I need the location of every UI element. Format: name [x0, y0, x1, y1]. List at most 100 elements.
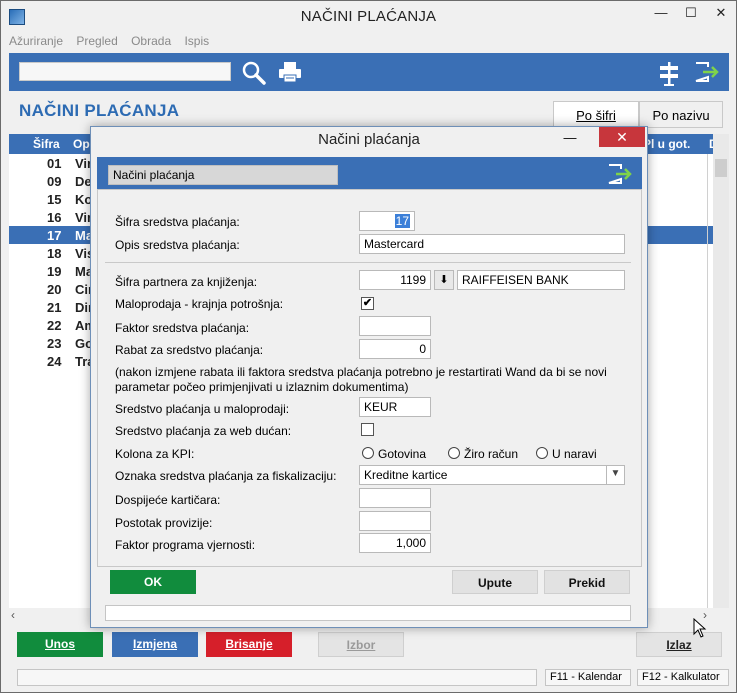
payment-method-dialog: Načini plaćanja — ✕ Načini plaćanja Šifr…	[90, 126, 648, 628]
row-code: 19	[47, 264, 62, 279]
code-value: 17	[394, 214, 410, 228]
title-bar: NAČINI PLAĆANJA — ☐ ✕	[1, 1, 736, 33]
delete-button[interactable]: Brisanje	[206, 632, 292, 657]
window-title: NAČINI PLAĆANJA	[300, 8, 437, 25]
partner-label: Šifra partnera za knjiženja:	[115, 275, 258, 289]
dialog-exit-icon[interactable]	[607, 163, 633, 185]
partner-lookup-icon[interactable]: ⬇	[434, 270, 454, 290]
partner-name-field: RAIFFEISEN BANK	[457, 270, 625, 290]
close-button[interactable]: ✕	[706, 2, 736, 24]
delete-button-label: Brisanje	[225, 637, 273, 651]
add-button[interactable]: Unos	[17, 632, 103, 657]
dialog-close-button[interactable]: ✕	[599, 127, 645, 147]
restart-note: (nakon izmjene rabata ili faktora sredst…	[115, 365, 607, 394]
toolbar	[9, 53, 729, 91]
row-code: 17	[47, 228, 62, 243]
web-shop-checkbox[interactable]	[361, 423, 374, 436]
retail-code-field[interactable]: KEUR	[359, 397, 431, 417]
calculator-shortcut[interactable]: F12 - Kalkulator	[637, 669, 729, 686]
divider	[105, 262, 631, 263]
commission-label: Postotak provizije:	[115, 516, 213, 530]
column-header-code[interactable]: Šifra	[33, 137, 60, 151]
tab-sort-by-code-label: Po šifri	[576, 108, 616, 123]
web-shop-label: Sredstvo plaćanja za web dućan:	[115, 424, 292, 438]
retail-code-label: Sredstvo plaćanja u maloprodaji:	[115, 402, 290, 416]
maximize-button[interactable]: ☐	[676, 2, 706, 24]
kpi-cash-radio[interactable]	[362, 447, 374, 459]
dialog-status-bar	[105, 605, 631, 621]
edit-button-label: Izmjena	[132, 637, 177, 651]
loyalty-field[interactable]: 1,000	[359, 533, 431, 553]
row-code: 24	[47, 354, 62, 369]
menu-bar: Ažuriranje Pregled Obrada Ispis	[9, 34, 219, 52]
mouse-cursor-icon	[693, 618, 707, 638]
discount-field[interactable]: 0	[359, 339, 431, 359]
dialog-minimize-button[interactable]: —	[555, 129, 585, 149]
cancel-button[interactable]: Prekid	[544, 570, 630, 594]
row-code: 09	[47, 174, 62, 189]
due-label: Dospijeće kartičara:	[115, 493, 221, 507]
kpi-label: Kolona za KPI:	[115, 447, 195, 461]
row-code: 21	[47, 300, 62, 315]
help-button[interactable]: Upute	[452, 570, 538, 594]
due-field[interactable]	[359, 488, 431, 508]
tab-sort-by-code[interactable]: Po šifri	[553, 101, 639, 128]
retail-label: Maloprodaja - krajnja potrošnja:	[115, 297, 284, 311]
select-button-label: Izbor	[346, 638, 376, 652]
menu-obrada[interactable]: Obrada	[131, 34, 171, 48]
column-header-cash[interactable]: Pl u got.	[643, 137, 690, 151]
description-field[interactable]: Mastercard	[359, 234, 625, 254]
factor-field[interactable]	[359, 316, 431, 336]
vertical-scrollbar[interactable]	[713, 134, 729, 608]
exit-button-label: Izlaz	[666, 638, 692, 652]
row-code: 16	[47, 210, 62, 225]
row-code: 18	[47, 246, 62, 261]
loyalty-label: Faktor programa vjernosti:	[115, 538, 256, 552]
row-code: 23	[47, 336, 62, 351]
commission-field[interactable]	[359, 511, 431, 531]
row-code: 01	[47, 156, 62, 171]
select-button[interactable]: Izbor	[318, 632, 404, 657]
calendar-shortcut[interactable]: F11 - Kalendar	[545, 669, 631, 686]
factor-label: Faktor sredstva plaćanja:	[115, 321, 250, 335]
retail-checkbox[interactable]: ✔	[361, 297, 374, 310]
tab-sort-by-name[interactable]: Po nazivu	[639, 101, 723, 128]
exit-icon[interactable]	[694, 61, 720, 83]
minimize-button[interactable]: —	[646, 2, 676, 24]
page-title: NAČINI PLAĆANJA	[19, 101, 180, 120]
column-divider	[707, 154, 708, 608]
fiscal-select-value: Kreditne kartice	[364, 468, 448, 482]
kpi-cash-label: Gotovina	[378, 447, 427, 461]
print-icon[interactable]	[278, 61, 302, 83]
status-bar: F11 - Kalendar F12 - Kalkulator	[9, 667, 729, 687]
exit-button[interactable]: Izlaz	[636, 632, 722, 657]
partner-code-field[interactable]: 1199	[359, 270, 431, 290]
status-message	[17, 669, 537, 686]
scrollbar-thumb[interactable]	[715, 159, 727, 177]
signpost-icon[interactable]	[657, 60, 681, 86]
row-code: 22	[47, 318, 62, 333]
menu-pregled[interactable]: Pregled	[76, 34, 117, 48]
kpi-in-kind-radio[interactable]	[536, 447, 548, 459]
row-code: 20	[47, 282, 62, 297]
kpi-transfer-label: Žiro račun	[464, 447, 519, 461]
scroll-left-icon[interactable]: ‹	[11, 608, 15, 622]
search-icon[interactable]	[241, 60, 267, 86]
chevron-down-icon[interactable]: ▼	[606, 466, 624, 484]
menu-ispis[interactable]: Ispis	[184, 34, 209, 48]
kpi-in-kind-label: U naravi	[552, 447, 597, 461]
search-input[interactable]	[19, 62, 231, 81]
ok-button[interactable]: OK	[110, 570, 196, 594]
fiscal-label: Oznaka sredstva plaćanja za fiskalizacij…	[115, 469, 337, 483]
menu-azuriranje[interactable]: Ažuriranje	[9, 34, 63, 48]
add-button-label: Unos	[45, 637, 75, 651]
code-field[interactable]: 17	[359, 211, 415, 231]
row-code: 15	[47, 192, 62, 207]
description-label: Opis sredstva plaćanja:	[115, 238, 240, 252]
kpi-transfer-radio[interactable]	[448, 447, 460, 459]
edit-button[interactable]: Izmjena	[112, 632, 198, 657]
column-header-name[interactable]: Op	[73, 137, 90, 151]
code-label: Šifra sredstva plaćanja:	[115, 215, 240, 229]
fiscal-select[interactable]: Kreditne kartice ▼	[359, 465, 625, 485]
dialog-header: Načini plaćanja	[97, 157, 642, 189]
